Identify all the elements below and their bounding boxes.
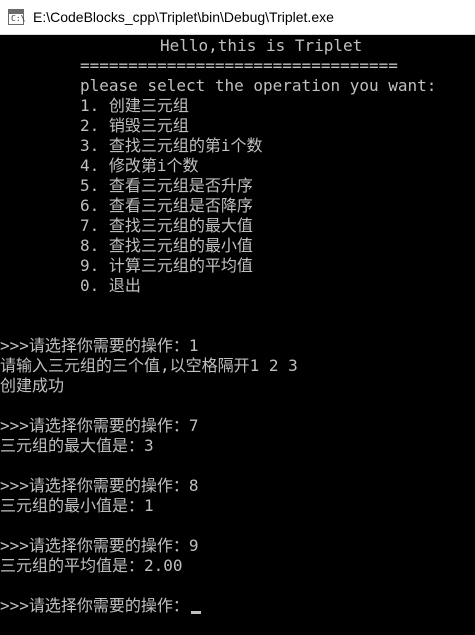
avg-result-line: 三元组的平均值是：2.00 bbox=[0, 556, 183, 575]
menu-header: Hello,this is Triplet bbox=[160, 36, 363, 55]
text-cursor bbox=[190, 611, 201, 614]
menu-item: 1. 创建三元组 bbox=[80, 96, 189, 115]
menu-item: 8. 查找三元组的最小值 bbox=[80, 236, 253, 255]
menu-separator: ================================= bbox=[80, 56, 398, 75]
input-line[interactable]: >>>请选择你需要的操作： bbox=[0, 596, 201, 616]
menu-item: 6. 查看三元组是否降序 bbox=[80, 196, 253, 215]
operation-prompt-line: >>>请选择你需要的操作：7 bbox=[0, 416, 199, 435]
create-success-line: 创建成功 bbox=[0, 376, 65, 395]
title-bar[interactable]: C:\ E:\CodeBlocks_cpp\Triplet\bin\Debug\… bbox=[0, 0, 475, 35]
menu-prompt: please select the operation you want: bbox=[80, 76, 437, 95]
console-output[interactable]: Hello,this is Triplet ==================… bbox=[0, 35, 475, 635]
menu-item: 3. 查找三元组的第i个数 bbox=[80, 136, 263, 155]
input-prompt-line: 请输入三元组的三个值,以空格隔开1 2 3 bbox=[0, 356, 298, 375]
window-title: E:\CodeBlocks_cpp\Triplet\bin\Debug\Trip… bbox=[33, 9, 334, 25]
final-prompt: >>>请选择你需要的操作： bbox=[0, 596, 189, 615]
operation-prompt-line: >>>请选择你需要的操作：1 bbox=[0, 336, 199, 355]
console-app-icon[interactable]: C:\ bbox=[8, 9, 26, 25]
console-window: C:\ E:\CodeBlocks_cpp\Triplet\bin\Debug\… bbox=[0, 0, 475, 635]
menu-item: 5. 查看三元组是否升序 bbox=[80, 176, 253, 195]
menu-item: 4. 修改第i个数 bbox=[80, 156, 199, 175]
operation-prompt-line: >>>请选择你需要的操作：9 bbox=[0, 536, 199, 555]
menu-item: 0. 退出 bbox=[80, 276, 141, 295]
menu-item: 7. 查找三元组的最大值 bbox=[80, 216, 253, 235]
menu-item: 9. 计算三元组的平均值 bbox=[80, 256, 253, 275]
menu-item: 2. 销毁三元组 bbox=[80, 116, 189, 135]
max-result-line: 三元组的最大值是：3 bbox=[0, 436, 154, 455]
console-app-icon-glyph: C:\ bbox=[11, 14, 26, 23]
min-result-line: 三元组的最小值是：1 bbox=[0, 496, 154, 515]
operation-prompt-line: >>>请选择你需要的操作：8 bbox=[0, 476, 199, 495]
